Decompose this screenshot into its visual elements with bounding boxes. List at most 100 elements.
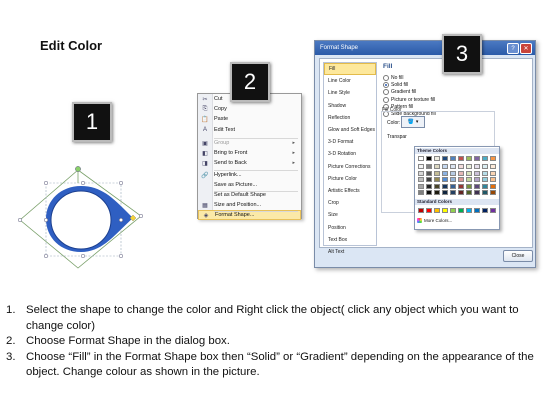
- color-swatch[interactable]: [474, 164, 480, 169]
- color-swatch[interactable]: [434, 164, 440, 169]
- color-swatch[interactable]: [466, 183, 472, 189]
- category-item[interactable]: Line Style: [324, 87, 376, 99]
- color-swatch[interactable]: [418, 177, 424, 182]
- color-swatch[interactable]: [450, 208, 456, 213]
- category-item[interactable]: Artistic Effects: [324, 185, 376, 197]
- color-swatch[interactable]: [482, 183, 488, 189]
- color-swatch[interactable]: [434, 177, 440, 182]
- color-swatch[interactable]: [434, 190, 440, 195]
- context-menu-item[interactable]: 📋 Paste: [198, 114, 301, 124]
- color-swatch[interactable]: [434, 170, 440, 176]
- color-swatch[interactable]: [482, 164, 488, 169]
- color-swatch[interactable]: [426, 190, 432, 195]
- color-swatch[interactable]: [474, 183, 480, 189]
- category-item[interactable]: Fill: [324, 63, 376, 76]
- context-menu-item[interactable]: ◧ Bring to Front ▸: [198, 148, 301, 158]
- context-menu-item[interactable]: ▦ Size and Position...: [198, 200, 301, 210]
- color-swatch[interactable]: [442, 190, 448, 195]
- color-swatch[interactable]: [418, 164, 424, 169]
- color-swatch[interactable]: [418, 156, 424, 161]
- color-swatch[interactable]: [442, 156, 448, 161]
- color-swatch[interactable]: [482, 190, 488, 195]
- category-item[interactable]: Crop: [324, 197, 376, 209]
- color-swatch[interactable]: [442, 170, 448, 176]
- color-swatch[interactable]: [466, 190, 472, 195]
- category-item[interactable]: Alt Text: [324, 246, 376, 258]
- color-swatch[interactable]: [418, 208, 424, 213]
- context-menu-item[interactable]: ◨ Send to Back ▸: [198, 158, 301, 168]
- color-swatch[interactable]: [426, 177, 432, 182]
- color-swatch[interactable]: [426, 183, 432, 189]
- color-swatch[interactable]: [474, 156, 480, 161]
- context-menu-item[interactable]: ⎘ Copy: [198, 104, 301, 114]
- color-swatch[interactable]: [466, 156, 472, 161]
- color-swatch[interactable]: [426, 156, 432, 161]
- fill-option[interactable]: Picture or texture fill: [383, 96, 435, 103]
- fill-option[interactable]: Gradient fill: [383, 89, 416, 96]
- color-swatch[interactable]: [418, 190, 424, 195]
- color-swatch[interactable]: [490, 164, 496, 169]
- color-swatch[interactable]: [442, 177, 448, 182]
- color-swatch[interactable]: [450, 177, 456, 182]
- category-item[interactable]: Size: [324, 209, 376, 221]
- color-swatch[interactable]: [490, 156, 496, 161]
- color-swatch[interactable]: [490, 183, 496, 189]
- color-swatch[interactable]: [458, 208, 464, 213]
- color-swatch[interactable]: [482, 208, 488, 213]
- color-swatch[interactable]: [458, 177, 464, 182]
- category-item[interactable]: 3-D Format: [324, 136, 376, 148]
- color-swatch[interactable]: [450, 190, 456, 195]
- category-item[interactable]: Glow and Soft Edges: [324, 124, 376, 136]
- color-swatch[interactable]: [482, 156, 488, 161]
- color-swatch[interactable]: [466, 164, 472, 169]
- color-swatch[interactable]: [426, 170, 432, 176]
- color-swatch[interactable]: [490, 177, 496, 182]
- category-item[interactable]: Position: [324, 221, 376, 233]
- color-swatch[interactable]: [458, 156, 464, 161]
- close-icon[interactable]: ✕: [520, 43, 532, 54]
- color-swatch[interactable]: [458, 190, 464, 195]
- color-swatch[interactable]: [426, 164, 432, 169]
- color-swatch[interactable]: [418, 183, 424, 189]
- category-item[interactable]: Shadow: [324, 100, 376, 112]
- category-item[interactable]: Picture Color: [324, 173, 376, 185]
- category-item[interactable]: Line Color: [324, 75, 376, 87]
- color-picker-button[interactable]: 🪣 ▾: [401, 116, 425, 128]
- color-swatch[interactable]: [482, 177, 488, 182]
- color-swatch[interactable]: [434, 208, 440, 213]
- color-swatch[interactable]: [474, 208, 480, 213]
- color-swatch[interactable]: [418, 170, 424, 176]
- color-swatch[interactable]: [466, 208, 472, 213]
- color-swatch[interactable]: [490, 208, 496, 213]
- help-button[interactable]: ?: [507, 43, 519, 54]
- color-swatch[interactable]: [442, 208, 448, 213]
- color-swatch[interactable]: [474, 170, 480, 176]
- radio-button-icon[interactable]: [383, 89, 389, 96]
- category-item[interactable]: Reflection: [324, 112, 376, 124]
- dialog-close-button[interactable]: Close: [503, 250, 533, 262]
- color-swatch[interactable]: [442, 183, 448, 189]
- color-swatch[interactable]: [434, 156, 440, 161]
- dialog-title-bar[interactable]: Format Shape ? ✕: [315, 41, 535, 55]
- color-swatch[interactable]: [482, 170, 488, 176]
- radio-button-icon[interactable]: [383, 82, 389, 89]
- color-swatch[interactable]: [466, 177, 472, 182]
- color-swatch[interactable]: [434, 183, 440, 189]
- color-swatch[interactable]: [490, 190, 496, 195]
- context-menu-item[interactable]: ▣ Group ▸: [198, 138, 301, 148]
- color-swatch[interactable]: [450, 170, 456, 176]
- color-swatch[interactable]: [442, 164, 448, 169]
- color-swatch[interactable]: [450, 183, 456, 189]
- color-swatch[interactable]: [458, 183, 464, 189]
- color-swatch[interactable]: [474, 177, 480, 182]
- fill-option[interactable]: No fill: [383, 75, 404, 81]
- context-menu-item[interactable]: Save as Picture...: [198, 180, 301, 190]
- color-swatch[interactable]: [474, 190, 480, 195]
- more-colors-item[interactable]: More Colors...: [417, 218, 452, 223]
- color-swatch[interactable]: [466, 170, 472, 176]
- color-swatch[interactable]: [490, 170, 496, 176]
- context-menu-item[interactable]: 🔗 Hyperlink...: [198, 170, 301, 180]
- fill-option[interactable]: Solid fill: [383, 82, 408, 89]
- radio-button-icon[interactable]: [383, 96, 389, 103]
- context-menu-item[interactable]: A Edit Text: [198, 125, 301, 135]
